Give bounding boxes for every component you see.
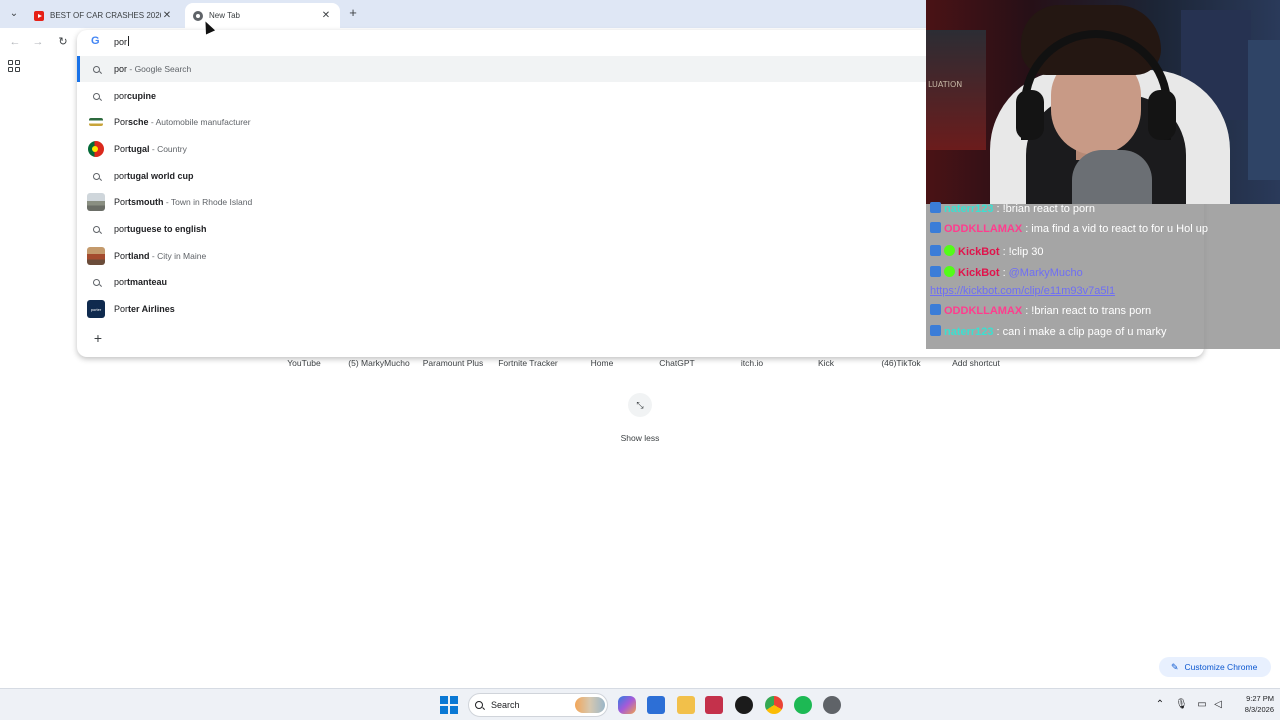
- back-arrow-icon[interactable]: ←: [7, 34, 23, 50]
- shortcut-tiktok[interactable]: (46)TikTok: [861, 358, 941, 370]
- badge-icon: [930, 222, 941, 233]
- porsche-icon: [87, 113, 105, 131]
- chat-overlay: naterr123: !brian react to porn ODDKLLAMA…: [926, 202, 1280, 349]
- apps-grid-icon[interactable]: [8, 60, 20, 72]
- spotify-icon[interactable]: [794, 696, 812, 714]
- snipping-tool-icon[interactable]: [705, 696, 723, 714]
- portsmouth-thumbnail: [87, 193, 105, 211]
- suggestion-row[interactable]: Portland - City in Maine: [77, 243, 926, 269]
- suggestion-row[interactable]: por - Google Search: [77, 56, 926, 82]
- clip-link[interactable]: https://kickbot.com/clip/e11m93v7a5l1: [930, 285, 1115, 297]
- google-icon: G: [91, 35, 100, 47]
- chat-message: naterr123: !brian react to porn: [930, 200, 1276, 218]
- suggestion-row[interactable]: Portsmouth - Town in Rhode Island: [77, 189, 926, 215]
- volume-icon[interactable]: ◁: [1212, 699, 1224, 711]
- suggestion-row[interactable]: Portugal - Country: [77, 136, 926, 162]
- tab-youtube[interactable]: BEST OF CAR CRASHES 2026 (c ✕: [26, 3, 181, 28]
- chat-message: KickBot: !clip 30: [930, 241, 1276, 264]
- chrome-icon: [193, 10, 203, 21]
- shortcut-kick[interactable]: Kick: [786, 358, 866, 370]
- badge-icon: [930, 202, 941, 213]
- suggestion-row[interactable]: porter Porter Airlines: [77, 296, 926, 322]
- badge-icon: [930, 266, 941, 277]
- shortcut-fortnite-tracker[interactable]: Fortnite Tracker: [488, 358, 568, 370]
- badge-icon: [930, 325, 941, 336]
- chat-message: ODDKLLAMAX: !brian react to trans porn: [930, 300, 1276, 323]
- suggestion-row[interactable]: portugal world cup: [77, 163, 926, 189]
- pencil-icon: ✎: [1171, 661, 1179, 672]
- chat-message: naterr123: can i make a clip page of u ma…: [930, 323, 1276, 341]
- search-icon: [475, 701, 483, 709]
- customize-chrome-button[interactable]: ✎ Customize Chrome: [1159, 657, 1271, 677]
- shortcut-home[interactable]: Home: [562, 358, 642, 370]
- verified-icon: [944, 266, 955, 277]
- suggestion-row[interactable]: portmanteau: [77, 269, 926, 295]
- close-icon[interactable]: ✕: [320, 10, 332, 21]
- taskbar: Search ⌃ 🎙 ▭ ◁ 9:27 PM 8/3/2026: [0, 688, 1280, 720]
- taskbar-search-label: Search: [491, 700, 520, 710]
- chrome-icon[interactable]: [765, 696, 783, 714]
- badge-icon: [930, 304, 941, 315]
- porter-airlines-icon: porter: [87, 300, 105, 318]
- obs-icon[interactable]: [735, 696, 753, 714]
- search-icon: [87, 220, 105, 238]
- reload-icon[interactable]: ↻: [55, 34, 71, 50]
- portugal-flag-icon: [87, 140, 105, 158]
- suggestion-row[interactable]: portuguese to english: [77, 216, 926, 242]
- add-icon[interactable]: +: [90, 330, 106, 346]
- shortcut-paramount[interactable]: Paramount Plus: [413, 358, 493, 370]
- customize-chrome-label: Customize Chrome: [1184, 662, 1258, 672]
- show-less-button[interactable]: Show less: [600, 433, 680, 443]
- search-icon: [87, 60, 105, 78]
- suggestion-row[interactable]: Porsche - Automobile manufacturer: [77, 109, 926, 135]
- file-explorer-icon[interactable]: [677, 696, 695, 714]
- omnibox-input[interactable]: por: [114, 36, 130, 47]
- collapse-icon[interactable]: ⤡: [628, 393, 652, 417]
- windows-start-icon[interactable]: [440, 696, 458, 714]
- microphone: [1072, 150, 1152, 204]
- verified-icon: [944, 245, 955, 256]
- chevron-up-icon[interactable]: ⌃: [1154, 699, 1166, 711]
- close-icon[interactable]: ✕: [161, 10, 173, 21]
- wall-poster: LUATION: [926, 30, 986, 150]
- copilot-icon[interactable]: [618, 696, 636, 714]
- shortcut-markymucho[interactable]: (5) MarkyMucho: [339, 358, 419, 370]
- webcam-overlay: LUATION: [926, 0, 1280, 204]
- chat-message: ODDKLLAMAX: ima find a vid to react to fo…: [930, 218, 1276, 241]
- store-icon[interactable]: [647, 696, 665, 714]
- search-icon: [87, 167, 105, 185]
- clock[interactable]: 9:27 PM 8/3/2026: [1228, 693, 1274, 715]
- chat-message: KickBot: @MarkyMucho https://kickbot.com/…: [930, 266, 1116, 297]
- display-icon[interactable]: ▭: [1196, 699, 1208, 711]
- new-tab-button[interactable]: +: [346, 6, 360, 20]
- tab-title: BEST OF CAR CRASHES 2026 (c: [50, 11, 161, 20]
- add-shortcut-button[interactable]: Add shortcut: [936, 358, 1016, 370]
- youtube-icon: [34, 10, 44, 21]
- shortcut-youtube[interactable]: YouTube: [264, 358, 344, 370]
- forward-arrow-icon[interactable]: →: [30, 34, 46, 50]
- tab-strip: ⌄ BEST OF CAR CRASHES 2026 (c ✕ New Tab …: [0, 0, 926, 28]
- portland-thumbnail: [87, 247, 105, 265]
- tab-search-chevron-icon[interactable]: ⌄: [6, 6, 22, 22]
- suggestion-row[interactable]: porcupine: [77, 83, 926, 109]
- steam-icon[interactable]: [823, 696, 841, 714]
- microphone-icon[interactable]: 🎙: [1175, 699, 1188, 711]
- shortcut-chatgpt[interactable]: ChatGPT: [637, 358, 717, 370]
- badge-icon: [930, 245, 941, 256]
- search-icon: [87, 273, 105, 291]
- search-icon: [87, 87, 105, 105]
- shortcut-itchio[interactable]: itch.io: [712, 358, 792, 370]
- tab-title: New Tab: [209, 11, 240, 20]
- taskbar-search[interactable]: Search: [468, 693, 608, 717]
